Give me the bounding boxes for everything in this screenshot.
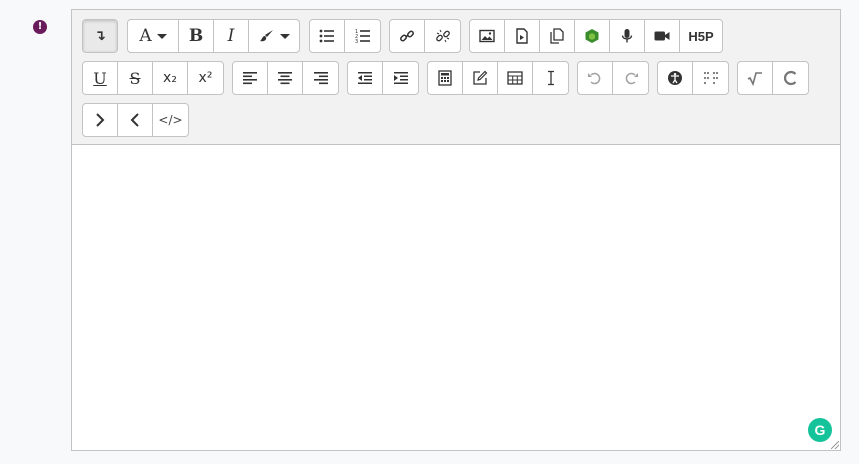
braille-dots-icon — [703, 71, 718, 85]
insert-media-button[interactable] — [505, 20, 540, 52]
video-camera-icon — [654, 31, 670, 41]
link-icon — [400, 30, 414, 42]
text-color-button[interactable] — [249, 20, 299, 52]
collapse-arrow-icon: ↴ — [94, 28, 106, 44]
accessibility-checker-button[interactable] — [658, 62, 693, 94]
svg-text:3: 3 — [355, 39, 358, 44]
indent-icon — [393, 72, 408, 84]
superscript-icon: x² — [198, 70, 213, 86]
resize-handle[interactable] — [831, 441, 839, 449]
chevron-right-icon — [96, 113, 105, 127]
indent-group — [347, 61, 419, 95]
media-file-icon — [516, 28, 528, 44]
chemistry-editor-button[interactable] — [773, 62, 808, 94]
text-cursor-button[interactable] — [533, 62, 568, 94]
font-style-button[interactable]: A — [128, 20, 179, 52]
outdent-icon — [358, 72, 372, 84]
h5p-icon: H5P — [688, 28, 714, 44]
table-icon — [507, 71, 523, 85]
font-format-group: U S x₂ x² — [82, 61, 224, 95]
bold-icon: B — [188, 26, 204, 46]
next-button[interactable] — [83, 104, 118, 136]
collapse-group: ↴ — [82, 19, 118, 53]
superscript-button[interactable]: x² — [188, 62, 223, 94]
calculator-icon — [438, 70, 452, 86]
underline-icon: U — [93, 68, 107, 88]
align-left-icon — [243, 72, 257, 85]
bullet-list-button[interactable] — [310, 20, 345, 52]
accessibility-icon — [668, 71, 682, 85]
unordered-list-icon — [319, 29, 334, 43]
align-left-button[interactable] — [233, 62, 268, 94]
link-group — [389, 19, 461, 53]
undo-icon — [588, 72, 601, 85]
chevron-left-icon — [130, 113, 139, 127]
ordered-list-icon: 123 — [355, 29, 370, 44]
editor-toolbar: ↴ A B I 123 H5P U S x₂ x² </> — [72, 10, 840, 145]
history-group — [577, 61, 649, 95]
navigation-group: </> — [82, 103, 189, 137]
unlink-icon — [435, 29, 450, 43]
manage-files-button[interactable] — [540, 20, 575, 52]
undo-button[interactable] — [578, 62, 613, 94]
screen-reader-button[interactable] — [693, 62, 728, 94]
math-group — [737, 61, 809, 95]
math-editor-button[interactable] — [738, 62, 773, 94]
bold-button[interactable]: B — [179, 20, 214, 52]
table-button[interactable] — [498, 62, 533, 94]
record-video-button[interactable] — [645, 20, 680, 52]
h5p-button[interactable]: H5P — [680, 20, 722, 52]
font-icon: A — [139, 26, 152, 46]
align-right-icon — [313, 72, 328, 85]
required-icon: ! — [33, 20, 47, 34]
redo-icon — [625, 72, 638, 85]
insert-image-button[interactable] — [470, 20, 505, 52]
redo-button[interactable] — [613, 62, 648, 94]
brush-icon — [259, 30, 273, 42]
chemistry-c-icon — [783, 70, 796, 86]
rich-text-editor: ↴ A B I 123 H5P U S x₂ x² </> G — [71, 9, 841, 451]
manage-files-icon — [550, 28, 564, 44]
unlink-button[interactable] — [425, 20, 460, 52]
style-group: A B I — [127, 19, 300, 53]
insert-group — [427, 61, 569, 95]
subscript-icon: x₂ — [163, 70, 177, 86]
text-cursor-icon — [547, 70, 554, 86]
wiris-button[interactable] — [575, 20, 610, 52]
outdent-button[interactable] — [348, 62, 383, 94]
sqrt-icon — [747, 72, 762, 86]
italic-button[interactable]: I — [214, 20, 249, 52]
align-right-button[interactable] — [303, 62, 338, 94]
editor-content-area[interactable] — [72, 145, 840, 450]
numbered-list-button[interactable]: 123 — [345, 20, 380, 52]
list-group: 123 — [309, 19, 381, 53]
record-audio-button[interactable] — [610, 20, 645, 52]
edit-button[interactable] — [463, 62, 498, 94]
align-center-button[interactable] — [268, 62, 303, 94]
link-button[interactable] — [390, 20, 425, 52]
media-group: H5P — [469, 19, 723, 53]
image-icon — [479, 29, 495, 43]
align-center-icon — [278, 72, 292, 85]
underline-button[interactable]: U — [83, 62, 118, 94]
microphone-icon — [621, 29, 633, 43]
strikethrough-button[interactable]: S — [118, 62, 153, 94]
equation-button[interactable] — [428, 62, 463, 94]
italic-icon: I — [227, 26, 235, 46]
html-source-button[interactable]: </> — [153, 104, 188, 136]
indent-button[interactable] — [383, 62, 418, 94]
green-hexagon-icon — [585, 29, 599, 43]
grammarly-icon[interactable]: G — [808, 418, 832, 442]
edit-square-icon — [473, 70, 488, 85]
align-group — [232, 61, 339, 95]
chevron-down-icon — [156, 33, 167, 39]
code-icon: </> — [158, 113, 183, 127]
chevron-down-icon — [279, 33, 290, 39]
strikethrough-icon: S — [129, 68, 141, 88]
collapse-button[interactable]: ↴ — [83, 20, 117, 52]
accessibility-group — [657, 61, 729, 95]
subscript-button[interactable]: x₂ — [153, 62, 188, 94]
previous-button[interactable] — [118, 104, 153, 136]
